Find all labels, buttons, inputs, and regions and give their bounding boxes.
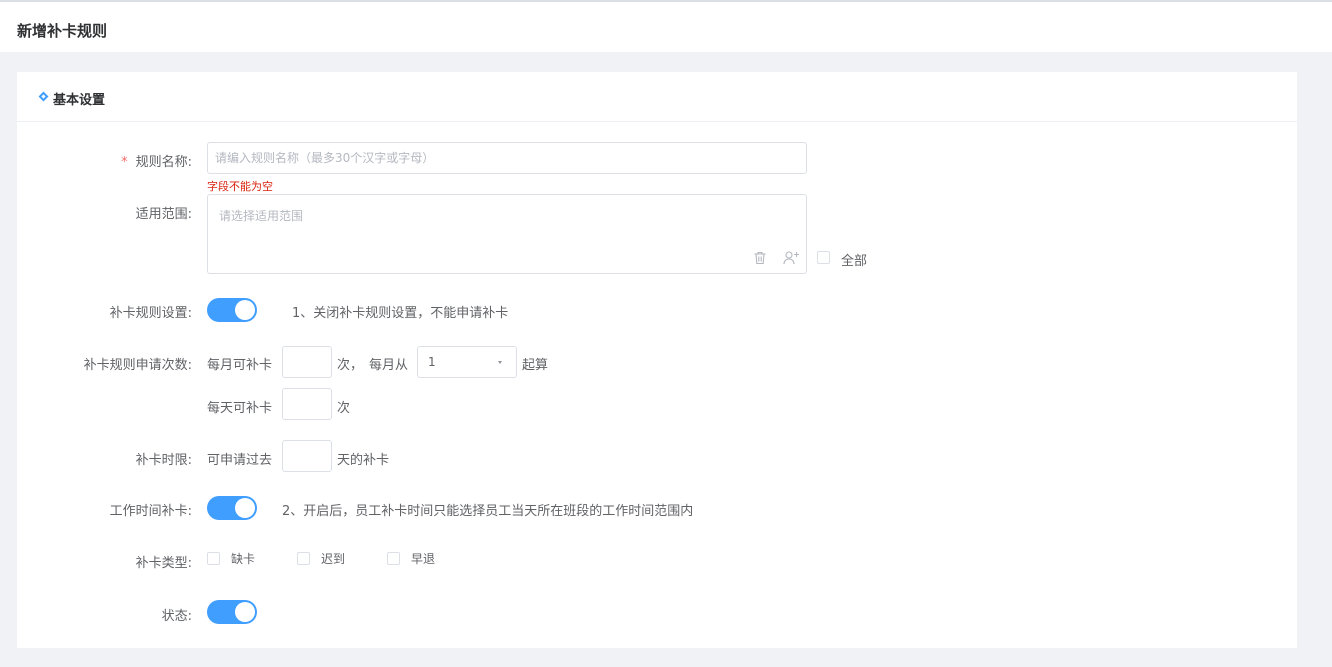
time-limit-suffix: 天的补卡 [337,453,390,468]
switch-knob [235,300,255,320]
trash-icon[interactable] [753,251,767,265]
basic-settings-card: 基本设置 * 规则名称: 字段不能为空 适用范围: 请选择适用范围 全部 补卡规则… [17,72,1297,648]
time-limit-input[interactable] [283,441,331,471]
switch-knob [235,602,255,622]
time-limit-prefix: 可申请过去 [207,453,273,468]
rule-setting-label: 补卡规则设置: [109,306,192,321]
type-early-checkbox[interactable] [387,552,400,565]
daily-suffix: 次 [337,401,351,416]
daily-count-field[interactable] [282,388,332,420]
scope-selector[interactable]: 请选择适用范围 [207,194,807,274]
page-header: 新增补卡规则 [0,2,1332,52]
chevron-down-icon [498,361,502,364]
type-late-label: 迟到 [321,552,346,566]
time-limit-field[interactable] [282,440,332,472]
rule-name-label: * 规则名称: [0,151,192,170]
scope-all-label: 全部 [841,254,868,269]
rule-name-label-text: 规则名称: [135,155,192,170]
rule-name-field[interactable] [207,142,807,174]
rule-setting-hint: 1、关闭补卡规则设置，不能申请补卡 [292,306,509,321]
rule-name-error: 字段不能为空 [207,180,273,193]
work-time-hint: 2、开启后，员工补卡时间只能选择员工当天所在班段的工作时间范围内 [282,504,694,519]
status-switch[interactable] [207,600,257,624]
monthly-suffix: 次， [337,358,364,373]
work-time-label: 工作时间补卡: [109,504,192,519]
work-time-switch[interactable] [207,496,257,520]
card-header: 基本设置 [17,72,1297,122]
time-limit-label: 补卡时限: [135,453,192,468]
apply-count-label: 补卡规则申请次数: [83,358,192,373]
diamond-icon [38,91,49,102]
page-title: 新增补卡规则 [17,22,108,40]
scope-label: 适用范围: [135,207,192,222]
monthly-prefix: 每月可补卡 [207,358,273,373]
from-suffix: 起算 [522,358,549,373]
type-early-label: 早退 [411,552,436,566]
monthly-count-input[interactable] [283,347,331,377]
types-label: 补卡类型: [135,556,192,571]
daily-prefix: 每天可补卡 [207,401,273,416]
monthly-count-field[interactable] [282,346,332,378]
rule-name-input[interactable] [208,143,806,173]
scope-all-checkbox[interactable] [817,251,830,264]
add-user-icon[interactable] [783,250,800,265]
scope-placeholder: 请选择适用范围 [219,209,304,223]
section-title: 基本设置 [53,93,106,108]
daily-count-input[interactable] [283,389,331,419]
type-late-checkbox[interactable] [297,552,310,565]
from-prefix: 每月从 [369,358,409,373]
month-start-value: 1 [428,355,436,369]
month-start-select[interactable]: 1 [417,346,517,378]
switch-knob [235,498,255,518]
type-missing-checkbox[interactable] [207,552,220,565]
status-label: 状态: [161,609,192,624]
type-missing-label: 缺卡 [231,552,256,566]
rule-setting-switch[interactable] [207,298,257,322]
required-mark: * [121,155,128,170]
